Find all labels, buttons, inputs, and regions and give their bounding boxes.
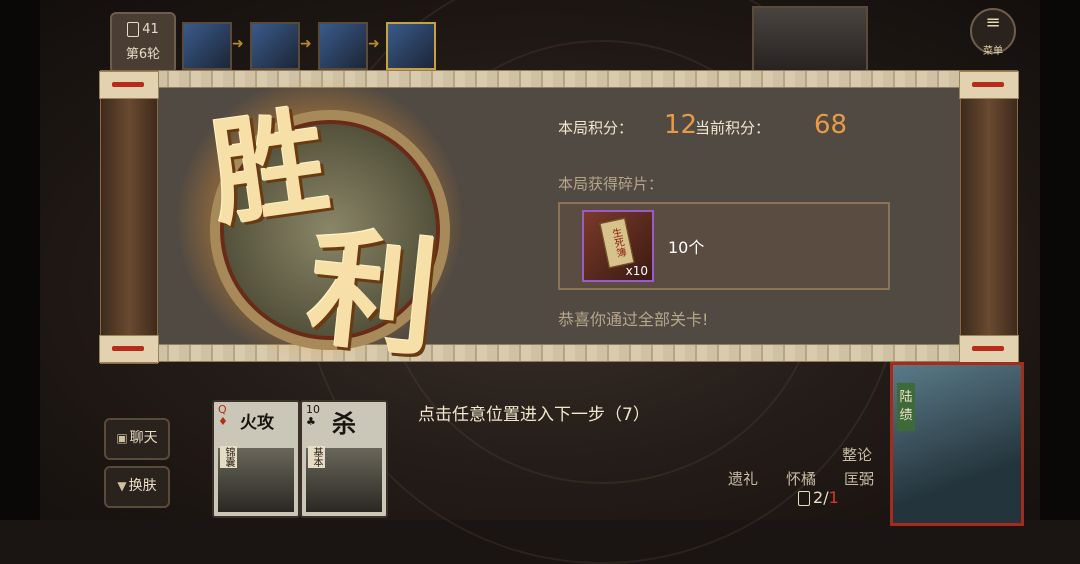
chat-icon: ▣ [116,431,128,445]
fragment-multiplier: x10 [625,264,648,278]
card-name: 杀 [332,410,356,438]
card-rank-suit: 10 ♣ [306,404,320,428]
pillar-ornament [112,346,144,351]
diamond-suit-icon: ♦ [218,415,228,428]
deck-card-icon [127,22,140,37]
hand-count: 2 [813,488,824,507]
round-counter: 41 第6轮 [110,12,176,74]
boss-portrait[interactable] [752,6,868,74]
right-edge [1040,0,1080,520]
continue-prompt[interactable]: 点击任意位置进入下一步（7） [418,400,650,425]
fragments-label: 本局获得碎片： [558,175,664,193]
victory-emblem: 胜 利 [170,80,470,375]
skill-label[interactable]: 怀橘 [786,468,816,489]
menu-label: 菜单 [983,46,1003,57]
pillar-cap [99,335,159,363]
hand-card[interactable]: 10 ♣ 杀 基本 [300,400,388,518]
pillar-cap [99,71,159,99]
pillar-ornament [112,82,144,87]
player-hero-card[interactable]: 陆绩 [890,362,1024,526]
round-score-label: 本局积分： [558,119,634,137]
card-name: 火攻 [240,413,274,433]
panel-pillar-left [99,70,159,364]
opponent-portrait[interactable] [182,22,232,70]
deck-count-value: 41 [142,22,159,37]
book-icon: 生死簿 [599,217,635,269]
skin-label: 换肤 [128,478,157,494]
fragment-count: 10个 [668,238,705,257]
fragment-reward: 生死簿 x10 10个 [558,202,890,290]
fragment-item-icon[interactable]: 生死簿 x10 [582,210,654,282]
current-score-label: 当前积分： [695,119,771,137]
card-type-tag: 基本 [308,446,325,468]
round-score-value: 12 [664,110,698,140]
deck-count: 41 [112,22,174,37]
hand-max: 1 [828,488,839,507]
skill-label[interactable]: 遗礼 [728,468,758,489]
shirt-icon: ▼ [117,479,127,493]
card-rank-suit: Q ♦ [218,404,228,428]
congrats-message: 恭喜你通过全部关卡! [558,310,709,329]
turn-arrow-icon: ➜ [368,36,380,52]
panel-pillar-right [959,70,1019,364]
skill-label[interactable]: 整论 [842,444,872,465]
left-edge [0,0,40,520]
turn-arrow-icon: ➜ [232,36,244,52]
pillar-cap [959,335,1019,363]
opponent-portrait[interactable] [318,22,368,70]
turn-arrow-icon: ➜ [300,36,312,52]
opponent-portrait[interactable] [250,22,300,70]
victory-char: 利 [301,212,445,376]
hand-card[interactable]: Q ♦ 火攻 锦囊 [212,400,300,518]
hand-counter: 2/1 [798,488,839,507]
skill-label[interactable]: 匡弼 [844,468,874,489]
round-label: 第6轮 [125,47,161,62]
pillar-cap [959,71,1019,99]
current-score-value: 68 [814,110,848,140]
skin-button[interactable]: ▼ 换肤 [104,466,170,508]
pillar-ornament [972,346,1004,351]
card-type-tag: 锦囊 [220,446,237,468]
menu-icon: ≡ [985,12,1001,33]
menu-button[interactable]: ≡ 菜单 [970,8,1016,57]
pillar-ornament [972,82,1004,87]
chat-label: 聊天 [129,430,158,446]
chat-button[interactable]: ▣ 聊天 [104,418,170,460]
opponent-portrait[interactable] [386,22,436,70]
hero-name: 陆绩 [897,383,915,431]
hand-card-icon [798,491,810,506]
club-suit-icon: ♣ [306,415,316,428]
